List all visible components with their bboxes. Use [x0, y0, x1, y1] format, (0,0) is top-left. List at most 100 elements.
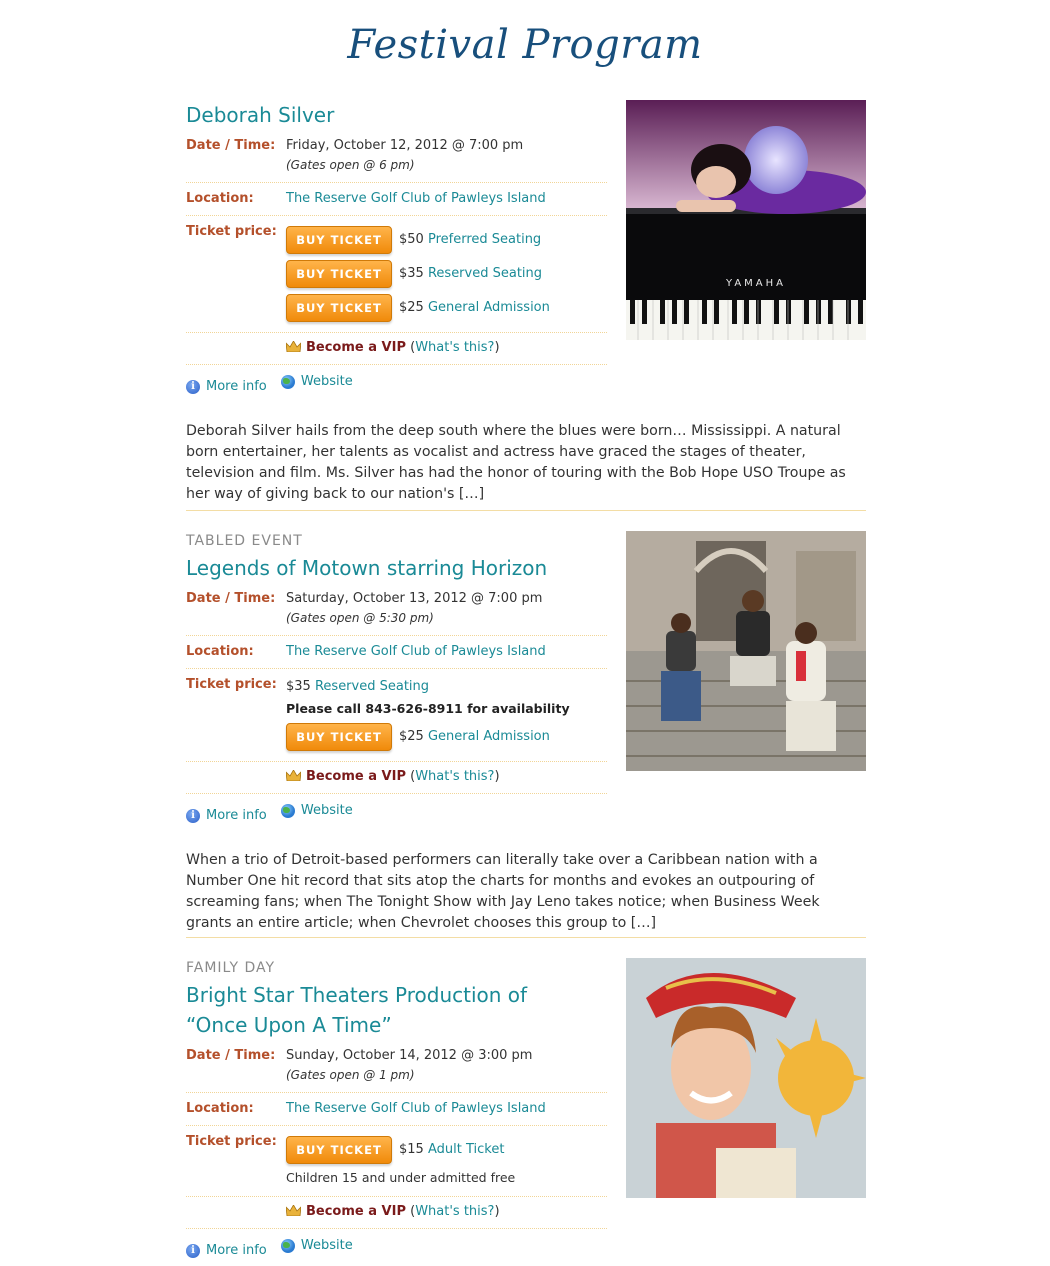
date-time-label: Date / Time:	[186, 591, 276, 606]
more-info-link[interactable]: More info	[206, 1236, 267, 1266]
buy-ticket-button[interactable]: BUY TICKET	[286, 294, 392, 322]
website-link[interactable]: Website	[301, 796, 353, 826]
event-links: i More info Website	[186, 367, 607, 397]
call-for-availability-note: Please call 843-626-8911 for availabilit…	[286, 701, 570, 716]
location-row: Location: The Reserve Golf Club of Pawle…	[186, 1093, 607, 1126]
crown-icon	[286, 1205, 301, 1216]
ticket-price-row: Ticket price: BUY TICKET $15 Adult Ticke…	[186, 1126, 607, 1197]
location-label: Location:	[186, 644, 254, 659]
event-description: Deborah Silver hails from the deep south…	[186, 423, 846, 502]
bright-star-theater-photo	[626, 958, 866, 1198]
event-title[interactable]: Deborah Silver	[186, 100, 607, 130]
event-datetime: Sunday, October 14, 2012 @ 3:00 pm	[286, 1048, 533, 1063]
ticket-price-row: Ticket price: BUY TICKET $50 Preferred S…	[186, 216, 607, 333]
date-time-row: Date / Time: Friday, October 12, 2012 @ …	[186, 130, 607, 183]
website-link[interactable]: Website	[301, 367, 353, 397]
event-datetime: Friday, October 12, 2012 @ 7:00 pm	[286, 138, 524, 153]
globe-icon	[280, 1239, 295, 1253]
horizon-group-photo	[626, 531, 866, 771]
ticket-price: $25	[399, 729, 424, 744]
whats-this-link[interactable]: What's this?	[415, 1204, 494, 1219]
ticket-price-label: Ticket price:	[186, 1134, 277, 1149]
ticket-type-link[interactable]: Preferred Seating	[428, 231, 541, 249]
event-details-1: Deborah Silver Date / Time: Friday, Octo…	[186, 100, 607, 397]
crown-icon	[286, 770, 301, 781]
globe-icon	[280, 375, 295, 389]
info-icon: i	[186, 380, 200, 394]
event-divider	[186, 937, 866, 938]
date-time-row: Date / Time: Sunday, October 14, 2012 @ …	[186, 1040, 607, 1093]
date-time-label: Date / Time:	[186, 138, 276, 153]
become-vip-link[interactable]: Become a VIP	[306, 1204, 406, 1219]
ticket-price-row: Ticket price: $35 Reserved Seating Pleas…	[186, 669, 607, 762]
ticket-type-link[interactable]: Reserved Seating	[428, 265, 542, 283]
whats-this-link[interactable]: What's this?	[415, 340, 494, 355]
event-datetime: Saturday, October 13, 2012 @ 7:00 pm	[286, 591, 543, 606]
ticket-option: $35 Reserved Seating	[286, 676, 607, 698]
children-free-note: Children 15 and under admitted free	[286, 1170, 516, 1185]
more-info-link[interactable]: More info	[206, 372, 267, 402]
gates-open-note: (Gates open @ 5:30 pm)	[286, 611, 434, 625]
location-label: Location:	[186, 191, 254, 206]
location-link[interactable]: The Reserve Golf Club of Pawleys Island	[286, 191, 546, 206]
date-time-label: Date / Time:	[186, 1048, 276, 1063]
ticket-type-link[interactable]: General Admission	[428, 299, 550, 317]
date-time-row: Date / Time: Saturday, October 13, 2012 …	[186, 583, 607, 636]
info-icon: i	[186, 809, 200, 823]
more-info-link[interactable]: More info	[206, 801, 267, 831]
globe-icon	[280, 804, 295, 818]
event-card-1: YAMAHA Deborah Silver Date / Time: Frida…	[186, 100, 866, 505]
ticket-price: $35	[399, 266, 424, 281]
ticket-option: BUY TICKET $15 Adult Ticket	[286, 1133, 607, 1167]
buy-ticket-button[interactable]: BUY TICKET	[286, 260, 392, 288]
event-details-3: FAMILY DAY Bright Star Theaters Producti…	[186, 958, 607, 1261]
website-link[interactable]: Website	[301, 1231, 353, 1261]
ticket-type-link[interactable]: Adult Ticket	[428, 1141, 504, 1159]
ticket-price: $25	[399, 300, 424, 315]
event-description: When a trio of Detroit-based performers …	[186, 852, 820, 931]
gates-open-note: (Gates open @ 1 pm)	[286, 1068, 415, 1082]
buy-ticket-button[interactable]: BUY TICKET	[286, 226, 392, 254]
location-link[interactable]: The Reserve Golf Club of Pawleys Island	[286, 644, 546, 659]
vip-row: Become a VIP (What's this?)	[186, 1197, 607, 1229]
deborah-silver-photo: YAMAHA	[626, 100, 866, 340]
event-photo-1[interactable]: YAMAHA	[626, 100, 866, 340]
vip-row: Become a VIP (What's this?)	[186, 762, 607, 794]
whats-this-link[interactable]: What's this?	[415, 769, 494, 784]
ticket-price-label: Ticket price:	[186, 677, 277, 692]
ticket-option: BUY TICKET $25 General Admission	[286, 291, 607, 325]
event-title[interactable]: Bright Star Theaters Production of “Once…	[186, 980, 586, 1040]
vip-row: Become a VIP (What's this?)	[186, 333, 607, 365]
info-icon: i	[186, 1244, 200, 1258]
location-row: Location: The Reserve Golf Club of Pawle…	[186, 636, 607, 669]
ticket-type-link[interactable]: Reserved Seating	[315, 678, 429, 696]
event-links: i More info Website	[186, 1231, 607, 1261]
location-label: Location:	[186, 1101, 254, 1116]
event-links: i More info Website	[186, 796, 607, 826]
event-title[interactable]: Legends of Motown starring Horizon	[186, 553, 607, 583]
event-category: TABLED EVENT	[186, 533, 303, 549]
ticket-price: $35	[286, 679, 311, 694]
crown-icon	[286, 341, 301, 352]
event-card-3: FAMILY DAY Bright Star Theaters Producti…	[186, 958, 866, 1261]
event-details-2: TABLED EVENT Legends of Motown starring …	[186, 531, 607, 826]
event-divider	[186, 510, 866, 511]
yamaha-logo-text: YAMAHA	[725, 278, 786, 289]
ticket-option: BUY TICKET $50 Preferred Seating	[286, 223, 607, 257]
event-photo-3[interactable]	[626, 958, 866, 1198]
ticket-option: BUY TICKET $35 Reserved Seating	[286, 257, 607, 291]
location-link[interactable]: The Reserve Golf Club of Pawleys Island	[286, 1101, 546, 1116]
event-card-2: TABLED EVENT Legends of Motown starring …	[186, 531, 866, 934]
buy-ticket-button[interactable]: BUY TICKET	[286, 1136, 392, 1164]
event-category: FAMILY DAY	[186, 960, 276, 976]
become-vip-link[interactable]: Become a VIP	[306, 340, 406, 355]
ticket-price-label: Ticket price:	[186, 224, 277, 239]
ticket-type-link[interactable]: General Admission	[428, 728, 550, 746]
gates-open-note: (Gates open @ 6 pm)	[286, 158, 415, 172]
buy-ticket-button[interactable]: BUY TICKET	[286, 723, 392, 751]
page-title: Festival Program	[347, 22, 703, 68]
event-photo-2[interactable]	[626, 531, 866, 771]
ticket-option: BUY TICKET $25 General Admission	[286, 720, 607, 754]
become-vip-link[interactable]: Become a VIP	[306, 769, 406, 784]
ticket-price: $50	[399, 232, 424, 247]
